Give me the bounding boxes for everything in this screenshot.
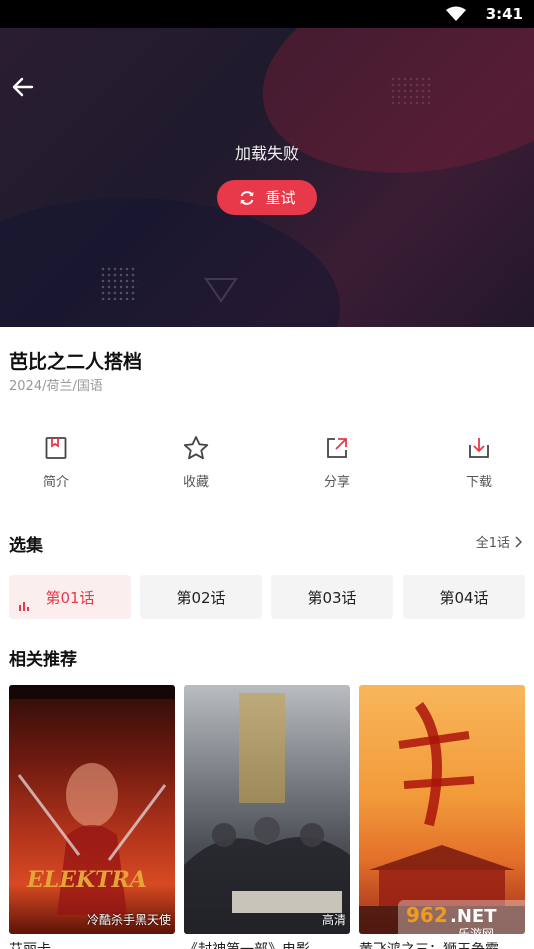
poster-artwork: ELEKTRA (9, 685, 175, 915)
share-button[interactable]: 分享 (297, 435, 377, 490)
watermark-logo: 962 .NET 乐游网 (398, 898, 530, 944)
back-button[interactable] (10, 74, 36, 100)
download-label: 下载 (465, 475, 492, 490)
player-background-triangle (204, 278, 238, 303)
episode-label: 第03话 (307, 588, 357, 607)
player-background-shape (243, 28, 534, 204)
svg-text:乐游网: 乐游网 (458, 927, 494, 941)
poster-image: 高清 (184, 685, 350, 934)
star-icon (183, 436, 209, 460)
favorite-label: 收藏 (182, 475, 209, 490)
episode-item[interactable]: 第02话 (140, 575, 262, 619)
status-time: 3:41 (485, 5, 523, 23)
related-card[interactable]: 高清 《封神第一部》电影 (184, 685, 350, 949)
episode-item[interactable]: 第03话 (271, 575, 393, 619)
retry-button[interactable]: 重试 (217, 180, 317, 215)
poster-artwork (184, 693, 350, 934)
all-episodes-link[interactable]: 全1话 (476, 532, 522, 551)
player-background-shape (0, 198, 340, 327)
episode-item[interactable]: 第01话 (9, 575, 131, 619)
action-bar: 简介 收藏 分享 下载 (0, 435, 534, 495)
favorite-button[interactable]: 收藏 (156, 435, 236, 490)
status-bar: 3:41 (0, 0, 534, 28)
related-section-title: 相关推荐 (9, 650, 77, 670)
related-title: 《封神第一部》电影 (184, 939, 350, 949)
intro-label: 简介 (42, 475, 69, 490)
episode-label: 第01话 (45, 588, 95, 607)
episode-label: 第04话 (439, 588, 489, 607)
poster-caption: 冷酷杀手黑天使 (86, 913, 171, 927)
player-background-dots (100, 266, 138, 300)
refresh-icon (240, 190, 254, 205)
player-background-dots (390, 76, 430, 106)
episode-list: 第01话 第02话 第03话 第04话 (9, 575, 525, 619)
load-failed-text: 加载失败 (234, 144, 299, 163)
share-icon (327, 438, 347, 458)
info-bookmark-icon (45, 437, 67, 459)
share-label: 分享 (323, 475, 350, 490)
video-player[interactable]: 加载失败 重试 (0, 28, 534, 327)
all-episodes-label: 全1话 (475, 536, 510, 551)
svg-text:962: 962 (406, 903, 448, 927)
show-meta: 2024/荷兰/国语 (9, 379, 103, 394)
download-button[interactable]: 下载 (439, 435, 519, 490)
wifi-icon (446, 6, 466, 26)
watermark-logo-image: 962 .NET 乐游网 (398, 900, 530, 942)
episodes-section-title: 选集 (9, 536, 43, 556)
episode-item[interactable]: 第04话 (403, 575, 525, 619)
poster-artwork (359, 702, 525, 934)
poster-caption: 高清 (321, 913, 346, 927)
episode-label: 第02话 (176, 588, 226, 607)
playing-bars-icon (19, 602, 29, 611)
svg-text:ELEKTRA: ELEKTRA (26, 867, 147, 893)
related-card[interactable]: ELEKTRA 冷酷杀手黑天使 艾丽卡 (9, 685, 175, 949)
intro-button[interactable]: 简介 (16, 435, 96, 490)
download-icon (469, 438, 489, 458)
poster-image: ELEKTRA 冷酷杀手黑天使 (9, 685, 175, 934)
chevron-right-icon (515, 535, 522, 548)
arrow-left-icon (12, 77, 34, 97)
related-title: 艾丽卡 (9, 939, 175, 949)
poster-image (359, 685, 525, 934)
retry-label: 重试 (265, 189, 296, 207)
svg-text:.NET: .NET (450, 906, 497, 927)
show-title: 芭比之二人搭档 (9, 351, 143, 373)
